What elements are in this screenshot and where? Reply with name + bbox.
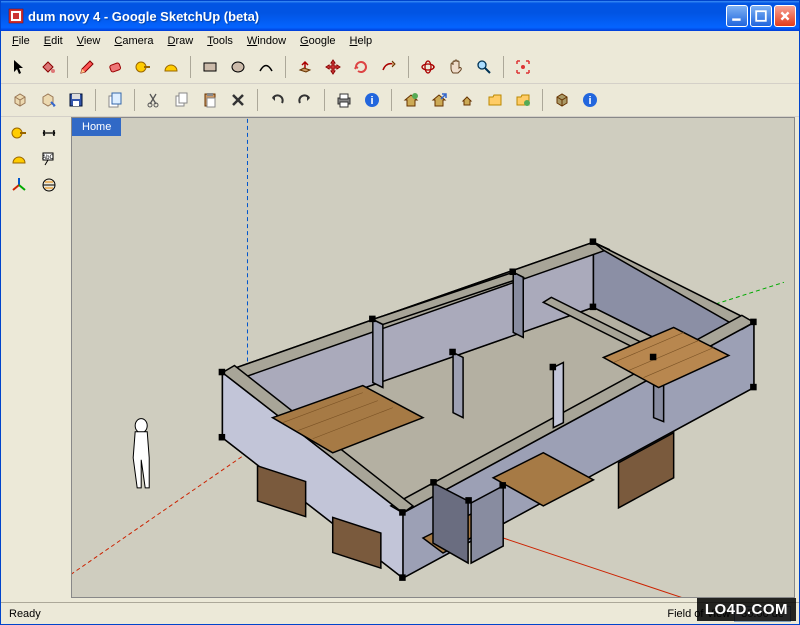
workspace: AbC Home (1, 117, 799, 602)
minimize-button[interactable] (726, 5, 748, 27)
cut-icon[interactable] (141, 87, 167, 113)
undo-icon[interactable] (264, 87, 290, 113)
paint-bucket-icon[interactable] (35, 54, 61, 80)
window-controls (726, 5, 796, 27)
window-title: dum novy 4 - Google SketchUp (beta) (28, 9, 726, 24)
component-icon[interactable] (7, 87, 33, 113)
side-toolbar: AbC (1, 117, 71, 602)
model-canvas (72, 118, 794, 597)
folder-alt-icon[interactable] (510, 87, 536, 113)
print-icon[interactable] (331, 87, 357, 113)
section-plane-icon[interactable] (35, 173, 63, 197)
maximize-button[interactable] (750, 5, 772, 27)
menu-file[interactable]: File (5, 33, 37, 49)
zoom-extents-icon[interactable] (510, 54, 536, 80)
menubar: File Edit View Camera Draw Tools Window … (1, 31, 799, 51)
text-label-icon[interactable]: AbC (35, 147, 63, 171)
zoom-icon[interactable] (471, 54, 497, 80)
menu-google[interactable]: Google (293, 33, 342, 49)
cube-info-icon[interactable]: i (577, 87, 603, 113)
copy-icon[interactable] (169, 87, 195, 113)
rotate-icon[interactable] (348, 54, 374, 80)
protractor-icon[interactable] (158, 54, 184, 80)
protractor-yellow-icon[interactable] (5, 147, 33, 171)
place-model-icon[interactable] (35, 87, 61, 113)
close-button[interactable] (774, 5, 796, 27)
pencil-icon[interactable] (74, 54, 100, 80)
share-model-icon[interactable] (426, 87, 452, 113)
app-icon (8, 8, 24, 24)
tape-yellow-icon[interactable] (5, 121, 33, 145)
select-arrow-icon[interactable] (7, 54, 33, 80)
paste-in-place-icon[interactable] (102, 87, 128, 113)
circle-icon[interactable] (225, 54, 251, 80)
orbit-icon[interactable] (415, 54, 441, 80)
menu-view[interactable]: View (70, 33, 108, 49)
eraser-icon[interactable] (102, 54, 128, 80)
delete-icon[interactable] (225, 87, 251, 113)
axes-icon[interactable] (5, 173, 33, 197)
watermark: LO4D.COM (697, 598, 796, 621)
svg-text:AbC: AbC (42, 155, 54, 161)
get-models-icon[interactable] (398, 87, 424, 113)
menu-draw[interactable]: Draw (161, 33, 201, 49)
titlebar[interactable]: dum novy 4 - Google SketchUp (beta) (1, 1, 799, 31)
move-icon[interactable] (320, 54, 346, 80)
statusbar: Ready Field of View 35.00 de (1, 602, 799, 624)
push-pull-icon[interactable] (292, 54, 318, 80)
menu-edit[interactable]: Edit (37, 33, 70, 49)
pan-icon[interactable] (443, 54, 469, 80)
status-text: Ready (9, 608, 41, 620)
toolbars: i i (1, 51, 799, 117)
arc-icon[interactable] (253, 54, 279, 80)
redo-icon[interactable] (292, 87, 318, 113)
rectangle-icon[interactable] (197, 54, 223, 80)
house-small-icon[interactable] (454, 87, 480, 113)
menu-tools[interactable]: Tools (200, 33, 240, 49)
dimension-icon[interactable] (35, 121, 63, 145)
toolbar-row-1 (1, 51, 799, 84)
tape-measure-icon[interactable] (130, 54, 156, 80)
tooltip: Home (72, 118, 121, 136)
menu-camera[interactable]: Camera (107, 33, 160, 49)
menu-help[interactable]: Help (343, 33, 380, 49)
cube-icon[interactable] (549, 87, 575, 113)
folder-icon[interactable] (482, 87, 508, 113)
window: dum novy 4 - Google SketchUp (beta) File… (0, 0, 800, 625)
toolbar-row-2: i i (1, 84, 799, 117)
paste-icon[interactable] (197, 87, 223, 113)
svg-text:i: i (588, 95, 591, 107)
save-icon[interactable] (63, 87, 89, 113)
menu-window[interactable]: Window (240, 33, 293, 49)
viewport-3d[interactable]: Home (71, 117, 795, 598)
svg-text:i: i (370, 95, 373, 107)
follow-me-icon[interactable] (376, 54, 402, 80)
model-info-icon[interactable]: i (359, 87, 385, 113)
